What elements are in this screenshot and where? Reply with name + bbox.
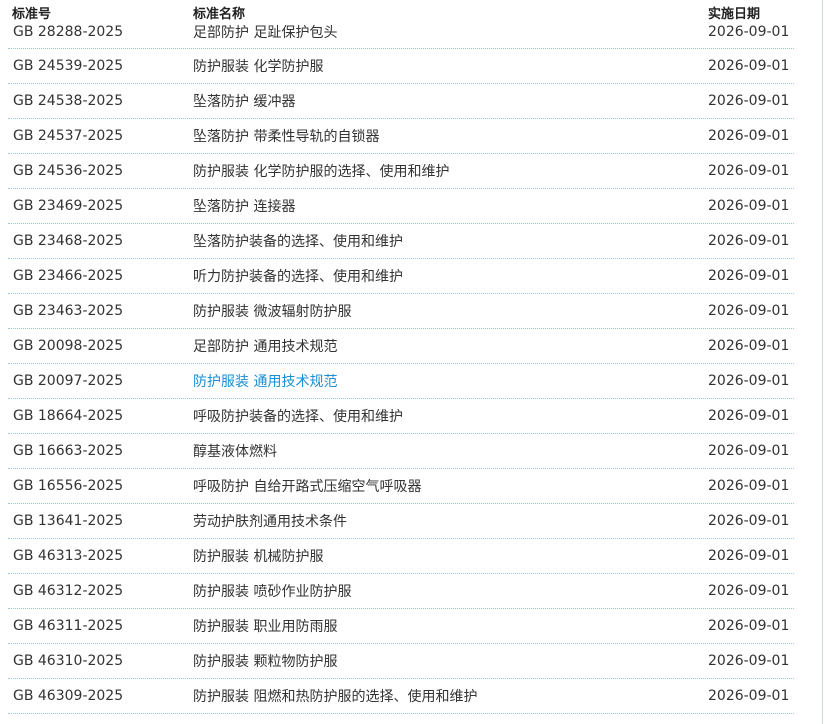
standard-name-link[interactable]: 防护服装 化学防护服	[193, 56, 708, 76]
implementation-date: 2026-09-01	[708, 58, 790, 74]
standard-number: GB 20097-2025	[13, 373, 124, 389]
standard-name-link[interactable]: 呼吸防护装备的选择、使用和维护	[193, 406, 708, 426]
implementation-date: 2026-09-01	[708, 303, 790, 319]
standard-number: GB 24538-2025	[13, 93, 124, 109]
standard-number: GB 20098-2025	[13, 338, 124, 354]
implementation-date: 2026-09-01	[708, 373, 790, 389]
table-row[interactable]: GB 23466-2025 听力防护装备的选择、使用和维护 2026-09-01	[8, 259, 794, 294]
standard-name-link[interactable]: 醇基液体燃料	[193, 441, 708, 461]
implementation-date: 2026-09-01	[708, 408, 790, 424]
standard-number: GB 16556-2025	[13, 478, 124, 494]
table-row[interactable]: GB 16663-2025 醇基液体燃料 2026-09-01	[8, 434, 794, 469]
standard-number: GB 18664-2025	[13, 408, 124, 424]
table-row[interactable]: GB 46309-2025 防护服装 阻燃和热防护服的选择、使用和维护 2026…	[8, 679, 794, 714]
implementation-date: 2026-09-01	[708, 198, 790, 214]
table-row[interactable]: GB 24536-2025 防护服装 化学防护服的选择、使用和维护 2026-0…	[8, 154, 794, 189]
standard-number: GB 46313-2025	[13, 548, 124, 564]
standard-number: GB 23468-2025	[13, 233, 124, 249]
implementation-date: 2026-09-01	[708, 618, 790, 634]
table-row[interactable]: GB 24539-2025 防护服装 化学防护服 2026-09-01	[8, 49, 794, 84]
implementation-date: 2026-09-01	[708, 338, 790, 354]
standard-name-link[interactable]: 防护服装 喷砂作业防护服	[193, 581, 708, 601]
table-row[interactable]: GB 46311-2025 防护服装 职业用防雨服 2026-09-01	[8, 609, 794, 644]
table-row[interactable]: GB 46313-2025 防护服装 机械防护服 2026-09-01	[8, 539, 794, 574]
implementation-date: 2026-09-01	[708, 163, 790, 179]
table-row[interactable]: GB 23469-2025 坠落防护 连接器 2026-09-01	[8, 189, 794, 224]
table-row[interactable]: GB 46312-2025 防护服装 喷砂作业防护服 2026-09-01	[8, 574, 794, 609]
standard-number: GB 46310-2025	[13, 653, 124, 669]
standard-name-link[interactable]: 足部防护 通用技术规范	[193, 336, 708, 356]
table-row[interactable]: GB 23463-2025 防护服装 微波辐射防护服 2026-09-01	[8, 294, 794, 329]
standard-number: GB 24537-2025	[13, 128, 124, 144]
implementation-date: 2026-09-01	[708, 268, 790, 284]
standard-number: GB 46309-2025	[13, 688, 124, 704]
table-row[interactable]: GB 23468-2025 坠落防护装备的选择、使用和维护 2026-09-01	[8, 224, 794, 259]
table-row[interactable]: GB 24537-2025 坠落防护 带柔性导轨的自锁器 2026-09-01	[8, 119, 794, 154]
table-row[interactable]: GB 46310-2025 防护服装 颗粒物防护服 2026-09-01	[8, 644, 794, 679]
standard-name-link[interactable]: 听力防护装备的选择、使用和维护	[193, 266, 708, 286]
table-row[interactable]: GB 16556-2025 呼吸防护 自给开路式压缩空气呼吸器 2026-09-…	[8, 469, 794, 504]
header-standard-number: 标准号	[12, 6, 52, 22]
table-row[interactable]: GB 18664-2025 呼吸防护装备的选择、使用和维护 2026-09-01	[8, 399, 794, 434]
implementation-date: 2026-09-01	[708, 653, 790, 669]
standard-name-link[interactable]: 防护服装 阻燃和热防护服的选择、使用和维护	[193, 686, 708, 706]
standard-name-link[interactable]: 坠落防护 缓冲器	[193, 91, 708, 111]
table-row-hovered[interactable]: GB 20097-2025 防护服装 通用技术规范 2026-09-01	[8, 364, 794, 399]
implementation-date: 2026-09-01	[708, 93, 790, 109]
standard-name-link[interactable]: 劳动护肤剂通用技术条件	[193, 511, 708, 531]
implementation-date: 2026-09-01	[708, 513, 790, 529]
implementation-date: 2026-09-01	[708, 233, 790, 249]
standard-number: GB 16663-2025	[13, 443, 124, 459]
implementation-date: 2026-09-01	[708, 583, 790, 599]
standard-name-link[interactable]: 防护服装 颗粒物防护服	[193, 651, 708, 671]
standard-number: GB 46312-2025	[13, 583, 124, 599]
standard-name-link[interactable]: 防护服装 职业用防雨服	[193, 616, 708, 636]
table-header: 标准号 标准名称 实施日期	[8, 0, 794, 24]
implementation-date: 2026-09-01	[708, 478, 790, 494]
standard-number: GB 23466-2025	[13, 268, 124, 284]
implementation-date: 2026-09-01	[708, 688, 790, 704]
table-row[interactable]: GB 20098-2025 足部防护 通用技术规范 2026-09-01	[8, 329, 794, 364]
standards-page: 标准号 标准名称 实施日期 GB 28288-2025 足部防护 足趾保护包头 …	[0, 0, 825, 724]
standard-name-link[interactable]: 坠落防护 连接器	[193, 196, 708, 216]
standards-table: 标准号 标准名称 实施日期 GB 28288-2025 足部防护 足趾保护包头 …	[8, 0, 794, 714]
standard-number: GB 24539-2025	[13, 58, 124, 74]
standard-name-link[interactable]: 防护服装 化学防护服的选择、使用和维护	[193, 161, 708, 181]
standard-number: GB 24536-2025	[13, 163, 124, 179]
header-standard-name: 标准名称	[193, 6, 246, 22]
header-implementation-date: 实施日期	[708, 6, 761, 22]
standard-number: GB 23469-2025	[13, 198, 124, 214]
standard-name-link[interactable]: 防护服装 机械防护服	[193, 546, 708, 566]
standard-number: GB 46311-2025	[13, 618, 124, 634]
implementation-date: 2026-09-01	[708, 128, 790, 144]
table-row[interactable]: GB 13641-2025 劳动护肤剂通用技术条件 2026-09-01	[8, 504, 794, 539]
standard-number: GB 13641-2025	[13, 513, 124, 529]
standard-name-link[interactable]: 防护服装 通用技术规范	[193, 371, 708, 391]
implementation-date: 2026-09-01	[708, 23, 790, 40]
standard-name-link[interactable]: 坠落防护装备的选择、使用和维护	[193, 231, 708, 251]
panel-right-border	[822, 0, 823, 724]
standard-name-link[interactable]: 坠落防护 带柔性导轨的自锁器	[193, 126, 708, 146]
implementation-date: 2026-09-01	[708, 443, 790, 459]
standard-name-link[interactable]: 防护服装 微波辐射防护服	[193, 301, 708, 321]
standard-number: GB 23463-2025	[13, 303, 124, 319]
standard-number: GB 28288-2025	[13, 23, 124, 40]
implementation-date: 2026-09-01	[708, 548, 790, 564]
standard-name-link[interactable]: 呼吸防护 自给开路式压缩空气呼吸器	[193, 476, 708, 496]
table-row[interactable]: GB 24538-2025 坠落防护 缓冲器 2026-09-01	[8, 84, 794, 119]
standard-name-link[interactable]: 足部防护 足趾保护包头	[193, 22, 708, 42]
